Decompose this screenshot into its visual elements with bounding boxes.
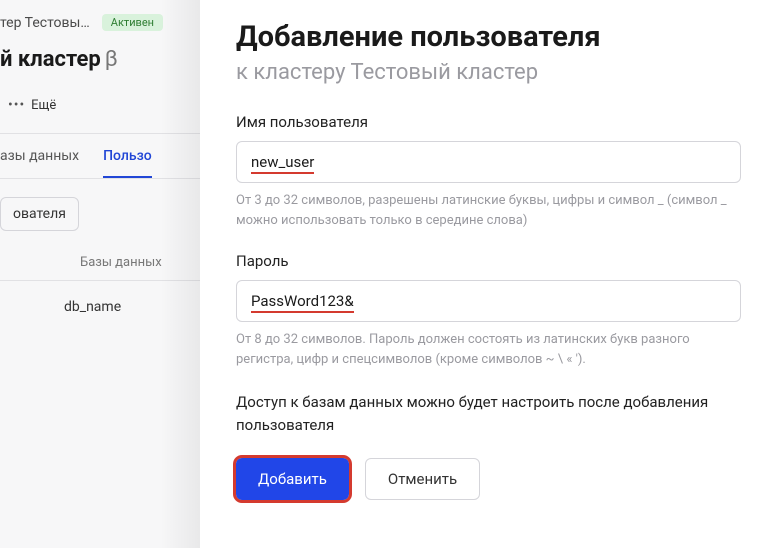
cancel-button[interactable]: Отменить [365,458,480,500]
panel-title: Добавление пользователя [236,20,741,54]
breadcrumb: тер Тестовы… Активен [0,0,200,31]
password-label: Пароль [236,252,741,270]
more-menu[interactable]: ••• Ещё [0,72,200,113]
username-input[interactable]: new_user [236,141,741,183]
password-hint: От 8 до 32 символов. Пароль должен состо… [236,330,741,369]
page-title: й кластерβ [0,31,200,72]
column-header-databases: Базы данных [0,231,200,270]
add-button[interactable]: Добавить [236,458,349,500]
db-name-cell: db_name [0,281,200,315]
beta-label: β [105,47,118,72]
status-badge: Активен [102,14,163,31]
page-title-text: й кластер [0,47,101,72]
tab-databases[interactable]: азы данных [0,148,79,178]
add-user-button-fragment[interactable]: ователя [0,197,79,231]
breadcrumb-cluster[interactable]: тер Тестовы… [0,15,90,31]
password-input[interactable]: PassWord123& [236,280,741,322]
background-page: тер Тестовы… Активен й кластерβ ••• Ещё … [0,0,200,548]
username-hint: От 3 до 32 символов, разрешены латинские… [236,191,741,230]
panel-subtitle: к кластеру Тестовый кластер [236,60,741,85]
more-label: Ещё [31,98,56,113]
more-dots-icon: ••• [8,97,25,113]
username-label: Имя пользователя [236,113,741,131]
access-note: Доступ к базам данных можно будет настро… [236,391,741,436]
tab-users[interactable]: Пользо [103,148,152,178]
username-input-value: new_user [251,153,314,174]
tabs: азы данных Пользо [0,134,200,179]
password-input-value: PassWord123& [251,292,354,313]
add-user-panel: Добавление пользователя к кластеру Тесто… [200,0,777,548]
button-row: Добавить Отменить [236,458,741,500]
